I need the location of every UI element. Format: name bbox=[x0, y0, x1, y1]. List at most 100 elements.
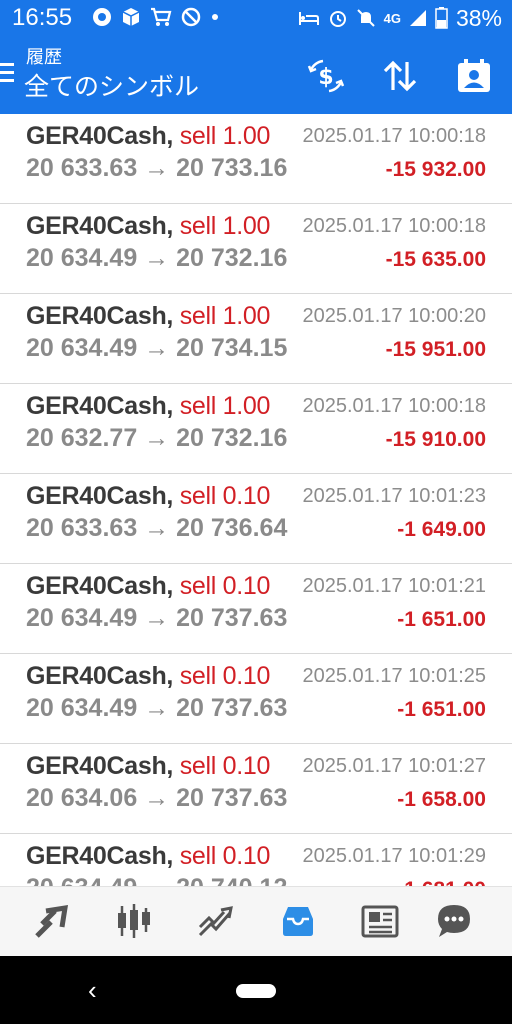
notification-icons bbox=[92, 7, 220, 27]
trade-symbol: GER40Cash, bbox=[26, 662, 174, 690]
trade-symbol-line: GER40Cash, sell 0.10 bbox=[26, 572, 270, 601]
dollar-swap-icon: $ bbox=[307, 59, 345, 93]
arrow: → bbox=[144, 784, 170, 812]
trade-symbol-line: GER40Cash, sell 1.00 bbox=[26, 212, 270, 241]
trade-time: 2025.01.17 10:00:18 bbox=[302, 125, 486, 147]
trade-profit: -15 635.00 bbox=[385, 248, 486, 271]
nav-history[interactable] bbox=[278, 901, 318, 941]
trade-symbol: GER40Cash, bbox=[26, 212, 174, 240]
trade-symbol-line: GER40Cash, sell 1.00 bbox=[26, 302, 270, 331]
arrow: → bbox=[144, 874, 169, 886]
trade-type: sell 0.10 bbox=[179, 482, 271, 510]
open-price: 20 634.49 bbox=[26, 694, 138, 722]
arrow: → bbox=[144, 694, 170, 722]
trade-prices: 20 632.77 → 20 732.16 bbox=[26, 424, 287, 453]
trade-row[interactable]: GER40Cash, sell 1.00 2025.01.17 10:00:18… bbox=[0, 114, 512, 204]
close-price: 20 737.63 bbox=[176, 604, 288, 632]
trade-row[interactable]: GER40Cash, sell 1.00 2025.01.17 10:00:20… bbox=[0, 294, 512, 384]
open-price: 20 634.49 bbox=[26, 604, 138, 632]
trade-symbol: GER40Cash, bbox=[26, 572, 174, 600]
trade-time: 2025.01.17 10:01:23 bbox=[302, 485, 486, 507]
trade-symbol-line: GER40Cash, sell 1.00 bbox=[26, 392, 270, 421]
trade-row[interactable]: GER40Cash, sell 0.10 2025.01.17 10:01:27… bbox=[0, 744, 512, 834]
open-price: 20 634.49 bbox=[26, 874, 137, 886]
clock: 16:55 bbox=[12, 4, 73, 31]
close-price: 20 733.16 bbox=[176, 154, 288, 182]
network-type: 4G bbox=[383, 10, 401, 26]
trade-row[interactable]: GER40Cash, sell 0.10 2025.01.17 10:01:21… bbox=[0, 564, 512, 654]
trade-row[interactable]: GER40Cash, sell 0.10 2025.01.17 10:01:25… bbox=[0, 654, 512, 744]
trade-profit: -1 651.00 bbox=[397, 608, 486, 631]
trade-prices: 20 634.49 → 20 737.63 bbox=[26, 604, 287, 633]
nav-chat[interactable] bbox=[434, 901, 474, 941]
trade-time: 2025.01.17 10:00:18 bbox=[302, 395, 486, 417]
menu-icon[interactable] bbox=[0, 63, 16, 85]
trade-symbol: GER40Cash, bbox=[26, 392, 174, 420]
app-bar-title[interactable]: 全てのシンボル bbox=[24, 72, 199, 102]
nav-news[interactable] bbox=[360, 901, 400, 941]
open-price: 20 632.77 bbox=[26, 424, 138, 452]
trade-symbol: GER40Cash, bbox=[26, 122, 174, 150]
close-price: 20 732.16 bbox=[176, 424, 288, 452]
sort-icon bbox=[383, 60, 417, 92]
sort-button[interactable] bbox=[380, 56, 420, 96]
open-price: 20 633.63 bbox=[26, 154, 138, 182]
dot-icon bbox=[212, 14, 218, 20]
box-icon bbox=[122, 8, 140, 26]
calendar-person-button[interactable] bbox=[454, 56, 494, 96]
open-price: 20 634.49 bbox=[26, 244, 138, 272]
trade-symbol: GER40Cash, bbox=[26, 482, 174, 510]
close-price: 20 737.63 bbox=[176, 784, 288, 812]
close-price: 20 736.64 bbox=[176, 514, 288, 542]
trade-history-list[interactable]: GER40Cash, sell 1.00 2025.01.17 10:00:18… bbox=[0, 114, 512, 886]
trade-profit: -1 651.00 bbox=[397, 698, 486, 721]
chat-icon bbox=[438, 905, 470, 937]
trade-icon bbox=[198, 906, 233, 937]
back-icon[interactable]: ‹ bbox=[88, 977, 97, 1003]
trade-symbol-line: GER40Cash, sell 0.10 bbox=[26, 752, 270, 781]
trade-type: sell 0.10 bbox=[179, 662, 271, 690]
bed-icon bbox=[298, 12, 319, 25]
trade-symbol-line: GER40Cash, sell 1.00 bbox=[26, 122, 270, 151]
open-price: 20 634.06 bbox=[26, 784, 138, 812]
trade-type: sell 0.10 bbox=[179, 572, 271, 600]
trade-type: sell 0.10 bbox=[179, 842, 271, 870]
arrow: → bbox=[144, 154, 170, 182]
mute-icon bbox=[356, 9, 375, 27]
close-price: 20 734.15 bbox=[176, 334, 288, 362]
system-icons: 4G 38% bbox=[298, 5, 502, 31]
signal-icon bbox=[409, 10, 426, 26]
nav-quotes[interactable] bbox=[32, 901, 72, 941]
nav-trade[interactable] bbox=[196, 901, 236, 941]
arrow: → bbox=[144, 514, 170, 542]
open-price: 20 634.49 bbox=[26, 334, 138, 362]
trade-profit: -1 681.00 bbox=[397, 878, 486, 886]
trade-type: sell 1.00 bbox=[179, 122, 271, 150]
trade-prices: 20 633.63 → 20 736.64 bbox=[26, 514, 287, 543]
trade-row[interactable]: GER40Cash, sell 1.00 2025.01.17 10:00:18… bbox=[0, 384, 512, 474]
quotes-icon bbox=[35, 904, 69, 938]
app-bar-subtitle: 履歴 bbox=[26, 47, 62, 67]
trade-profit: -15 951.00 bbox=[385, 338, 486, 361]
chrome-icon bbox=[93, 8, 111, 26]
trade-prices: 20 634.49 → 20 732.16 bbox=[26, 244, 287, 273]
nav-chart[interactable] bbox=[114, 901, 154, 941]
trade-row[interactable]: GER40Cash, sell 0.10 2025.01.17 10:01:29… bbox=[0, 834, 512, 886]
trade-row[interactable]: GER40Cash, sell 0.10 2025.01.17 10:01:23… bbox=[0, 474, 512, 564]
trade-type: sell 1.00 bbox=[179, 392, 271, 420]
dollar-swap-button[interactable]: $ bbox=[306, 56, 346, 96]
trade-prices: 20 634.49 → 20 737.63 bbox=[26, 694, 287, 723]
trade-row[interactable]: GER40Cash, sell 1.00 2025.01.17 10:00:18… bbox=[0, 204, 512, 294]
trade-time: 2025.01.17 10:00:20 bbox=[302, 305, 486, 327]
arrow: → bbox=[144, 244, 170, 272]
cart-icon bbox=[151, 7, 172, 26]
trade-type: sell 1.00 bbox=[179, 212, 271, 240]
battery-percent: 38% bbox=[455, 5, 502, 31]
arrow: → bbox=[144, 604, 170, 632]
calendar-person-icon bbox=[458, 59, 490, 92]
home-pill[interactable] bbox=[236, 984, 276, 998]
trade-time: 2025.01.17 10:00:18 bbox=[302, 215, 486, 237]
history-icon bbox=[283, 907, 313, 936]
system-nav-bar: ‹ bbox=[0, 956, 512, 1024]
status-bar: 16:55 4G 38% bbox=[0, 0, 512, 36]
